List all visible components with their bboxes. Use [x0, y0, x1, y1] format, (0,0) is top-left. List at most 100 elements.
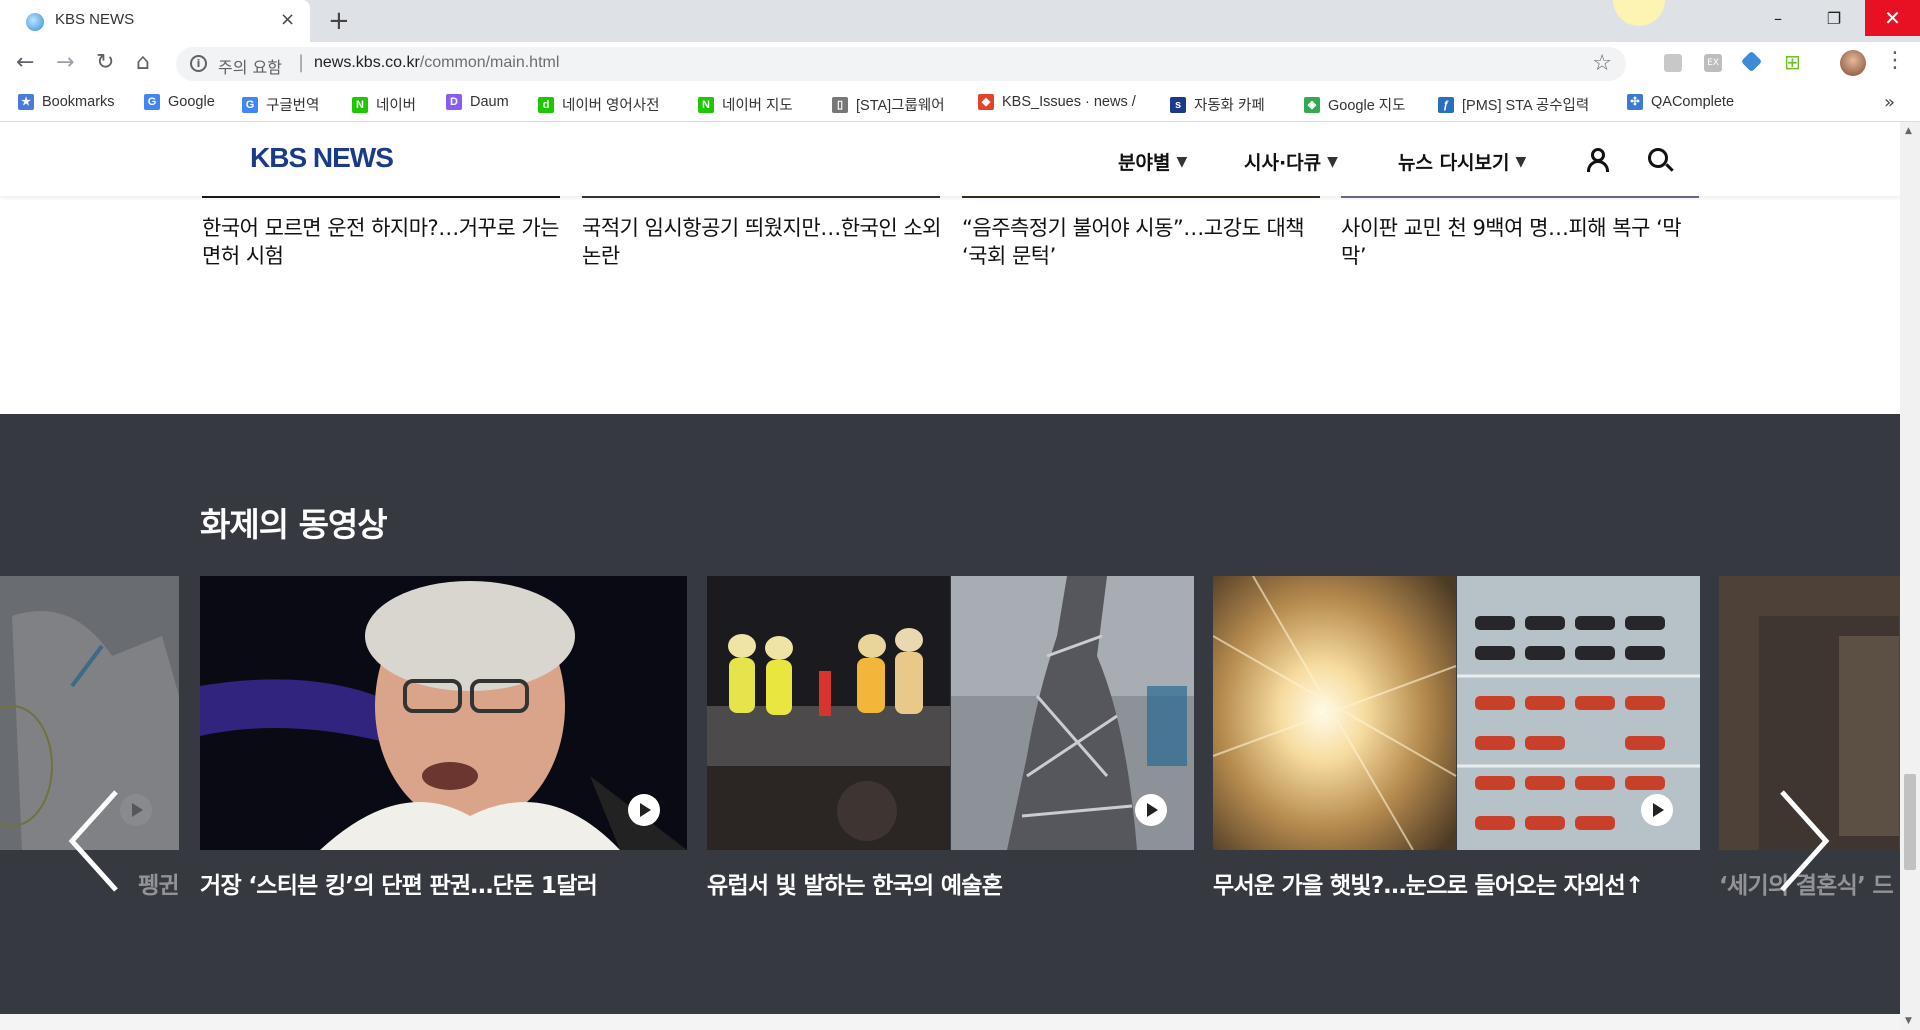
star-icon: ★ — [18, 94, 34, 110]
profile-avatar[interactable] — [1840, 50, 1866, 76]
bookmark-label: Google — [168, 94, 215, 110]
tab-title: KBS NEWS — [55, 11, 135, 28]
translate-icon: G — [242, 96, 258, 113]
bookmark-label: 자동화 카페 — [1194, 98, 1265, 114]
tab-close-icon[interactable]: × — [280, 9, 295, 30]
news-headline[interactable]: “음주측정기 불어야 시동”…고강도 대책 ‘국회 문턱’ — [962, 214, 1322, 270]
bookmark-label: Google 지도 — [1328, 98, 1406, 114]
site-header: KBS NEWS 분야별 ▼ 시사·다큐 ▼ 뉴스 다시보기 ▼ — [0, 122, 1900, 196]
chevron-down-icon: ▼ — [1515, 153, 1527, 170]
bookmark-item[interactable]: G 구글번역 — [242, 94, 319, 115]
bookmark-item[interactable]: ƒ [PMS] STA 공수입력 — [1438, 94, 1589, 115]
bookmark-label: QAComplete — [1651, 94, 1735, 110]
url-path: /common/main.html — [419, 54, 560, 71]
browser-toolbar: ← → ↻ ⌂ i 주의 요함 | news.kbs.co.kr/common/… — [0, 42, 1920, 86]
extension-ladder-icon[interactable]: ⊞ — [1784, 50, 1802, 74]
scroll-down-icon[interactable]: ▼ — [1905, 1016, 1912, 1026]
video-card[interactable]: 거장 ‘스티븐 킹’의 단편 판권…단돈 1달러 — [200, 576, 687, 900]
nav-replay[interactable]: 뉴스 다시보기 ▼ — [1398, 148, 1526, 175]
play-icon[interactable] — [120, 794, 152, 826]
play-icon[interactable] — [1641, 794, 1673, 826]
video-title[interactable]: 거장 ‘스티븐 킹’의 단편 판권…단돈 1달러 — [200, 866, 687, 900]
bookmark-item[interactable]: N 네이버 지도 — [698, 94, 793, 115]
weather-decoration — [1613, 0, 1665, 26]
user-icon[interactable] — [1587, 148, 1609, 172]
search-icon[interactable] — [1648, 148, 1674, 174]
chevron-down-icon: ▼ — [1327, 153, 1338, 170]
bookmarks-overflow-icon[interactable]: » — [1884, 92, 1895, 113]
video-card[interactable]: 무서운 가을 햇빛?…눈으로 들어오는 자외선↑ — [1213, 576, 1700, 900]
video-thumbnail[interactable] — [707, 576, 1194, 850]
bookmark-item[interactable]: ◆ KBS_Issues · news / — [978, 94, 1136, 110]
bookmark-item[interactable]: G Google — [144, 94, 215, 110]
minimize-button[interactable]: – — [1755, 0, 1801, 36]
chevron-down-icon: ▼ — [1176, 153, 1188, 170]
video-card[interactable]: 유럽서 빛 발하는 한국의 예술혼 — [707, 576, 1194, 900]
nav-field[interactable]: 분야별 ▼ — [1118, 148, 1187, 175]
gitlab-icon: ◆ — [978, 94, 994, 110]
bookmark-item[interactable]: ◈ Google 지도 — [1304, 94, 1405, 115]
google-icon: G — [144, 94, 160, 110]
dict-icon: d — [538, 96, 554, 113]
bookmark-label: [PMS] STA 공수입력 — [1462, 98, 1590, 114]
news-headline[interactable]: 사이판 교민 천 9백여 명…피해 복구 ‘막막’ — [1341, 214, 1701, 270]
tab-kbs-news[interactable]: KBS NEWS × — [0, 0, 310, 42]
maximize-button[interactable]: ❐ — [1811, 0, 1857, 36]
kbs-favicon-icon — [26, 13, 44, 31]
bookmark-item[interactable]: ▯ [STA]그룹웨어 — [832, 94, 945, 115]
star-icon[interactable]: ☆ — [1592, 51, 1612, 76]
bookmark-item[interactable]: s 자동화 카페 — [1170, 94, 1265, 115]
bookmark-item[interactable]: D Daum — [446, 94, 509, 110]
bookmark-item[interactable]: d 네이버 영어사전 — [538, 94, 659, 115]
back-icon[interactable]: ← — [16, 50, 34, 75]
play-icon[interactable] — [1135, 794, 1167, 826]
previous-arrow-icon[interactable] — [64, 786, 124, 896]
home-icon[interactable]: ⌂ — [136, 50, 150, 75]
extension-diamond-icon[interactable] — [1740, 50, 1763, 73]
popular-videos-section: 화제의 동영상 펭귄 거장 ‘스티븐 킹’의 단편 판권…단돈 1달러 유럽서 … — [0, 414, 1900, 1014]
security-label: 주의 요함 — [218, 58, 282, 77]
nav-field-label: 분야별 — [1118, 152, 1171, 174]
url-separator: | — [298, 52, 305, 73]
next-arrow-icon[interactable] — [1774, 786, 1834, 896]
tab-strip: KBS NEWS × + – ❐ ✕ — [0, 0, 1920, 42]
forward-icon[interactable]: → — [56, 50, 74, 75]
footer-band — [0, 1014, 1900, 1030]
video-thumbnail[interactable] — [1213, 576, 1700, 850]
url-host: news.kbs.co.kr — [314, 54, 420, 71]
new-tab-button[interactable]: + — [328, 6, 350, 36]
naver-icon: N — [698, 96, 714, 113]
news-headline[interactable]: 한국어 모르면 운전 하지마?…거꾸로 가는 면허 시험 — [202, 214, 562, 270]
news-headline[interactable]: 국적기 임시항공기 띄웠지만…한국인 소외 논란 — [582, 214, 942, 270]
address-bar[interactable]: i 주의 요함 | news.kbs.co.kr/common/main.htm… — [176, 47, 1626, 81]
maps-icon: ◈ — [1304, 96, 1320, 113]
close-window-button[interactable]: ✕ — [1865, 0, 1920, 36]
kbs-news-logo[interactable]: KBS NEWS — [250, 142, 394, 174]
menu-icon[interactable]: ⋮ — [1884, 48, 1906, 73]
naver-icon: N — [352, 96, 368, 113]
play-icon[interactable] — [628, 794, 660, 826]
bookmark-label: 네이버 영어사전 — [562, 98, 660, 114]
bookmark-item[interactable]: N 네이버 — [352, 94, 416, 115]
info-icon[interactable]: i — [190, 55, 207, 72]
extension-icon[interactable] — [1664, 54, 1682, 72]
scroll-up-icon[interactable]: ▲ — [1905, 126, 1912, 136]
bookmark-label: 구글번역 — [266, 98, 320, 114]
nav-documentary-label: 시사·다큐 — [1244, 152, 1322, 174]
reload-icon[interactable]: ↻ — [96, 50, 114, 75]
video-title[interactable]: 무서운 가을 햇빛?…눈으로 들어오는 자외선↑ — [1213, 866, 1700, 900]
extension-ex-icon[interactable]: EX — [1704, 54, 1722, 72]
page-scrollbar[interactable]: ▲ ▼ — [1900, 122, 1920, 1030]
bookmark-item[interactable]: ✣ QAComplete — [1627, 94, 1734, 110]
bookmark-label: Daum — [470, 94, 509, 110]
page-content: 한국어 모르면 운전 하지마?…거꾸로 가는 면허 시험 국적기 임시항공기 띄웠… — [0, 122, 1900, 1030]
scroll-thumb[interactable] — [1904, 774, 1916, 870]
pms-icon: ƒ — [1438, 96, 1454, 113]
bookmark-item[interactable]: ★ Bookmarks — [18, 94, 115, 110]
bookmark-label: [STA]그룹웨어 — [856, 98, 945, 114]
nav-documentary[interactable]: 시사·다큐 ▼ — [1244, 148, 1338, 175]
video-title[interactable]: 유럽서 빛 발하는 한국의 예술혼 — [707, 866, 1194, 900]
url-text[interactable]: news.kbs.co.kr/common/main.html — [314, 54, 559, 72]
nav-replay-label: 뉴스 다시보기 — [1398, 152, 1510, 174]
video-thumbnail[interactable] — [200, 576, 687, 850]
